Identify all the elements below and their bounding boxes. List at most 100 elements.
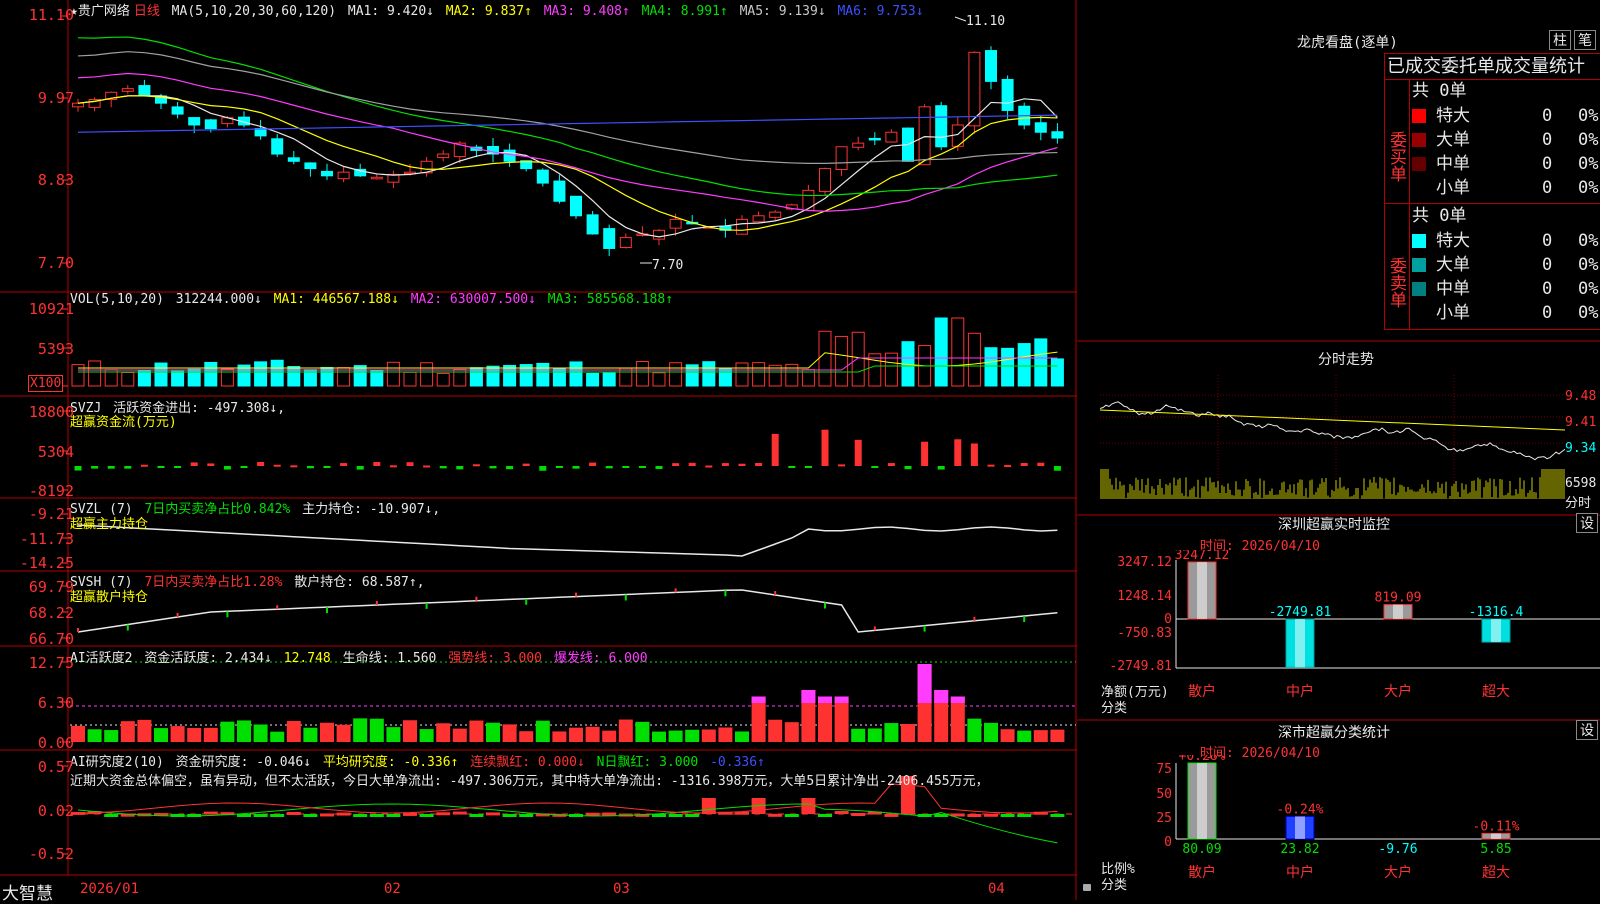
monitor-title: 深圳超赢实时监控: [1278, 517, 1390, 533]
app-logo: 大智慧: [2, 884, 53, 904]
activity-bar: [950, 696, 965, 742]
activity-bar: [452, 728, 467, 742]
xaxis-label: 02: [384, 881, 401, 897]
lock-icon[interactable]: [1083, 884, 1091, 891]
activity-bar: [668, 730, 683, 742]
color-swatch: [1412, 109, 1426, 123]
color-swatch: [1412, 306, 1426, 320]
activity-bar: [851, 728, 866, 742]
activity-bar: [867, 728, 882, 742]
monitor-settings-button[interactable]: 设: [1576, 513, 1598, 533]
volume-bar: [370, 369, 384, 387]
volume-bar: [967, 332, 981, 387]
activity-bar: [984, 722, 998, 742]
candle-body: [819, 168, 831, 192]
activity-bar: [120, 721, 135, 742]
candle-body: [769, 211, 782, 218]
candle-body: [1051, 131, 1064, 139]
candle-body: [570, 195, 582, 217]
activity-bar: [784, 722, 799, 742]
research-bar: [585, 812, 600, 816]
candle-body: [918, 106, 931, 166]
vol-ytick: 5393: [37, 340, 74, 358]
activity-bar: [237, 720, 251, 742]
volume-bar: [254, 361, 268, 387]
activity-bar: [303, 727, 318, 742]
stock-name[interactable]: ★贵广网络: [70, 4, 130, 19]
vol-title: VOL(5,10,20): [70, 292, 164, 307]
fund-flow-bar: [257, 461, 265, 466]
volume-bar: [851, 331, 865, 387]
ma1-value: MA1: 9.420↓: [347, 4, 434, 19]
candle-body: [204, 119, 217, 130]
research-bar: [369, 814, 384, 817]
activity-bar: [884, 723, 899, 742]
activity-bar: [751, 696, 766, 742]
row-name: 大单: [1436, 255, 1470, 275]
research-bar: [286, 811, 301, 815]
sell-row-large: 大单 0 0%: [1412, 253, 1600, 277]
candle-body: [503, 149, 516, 162]
volume-bar: [818, 330, 832, 387]
research-bar: [602, 812, 617, 816]
candle-body: [188, 117, 201, 126]
candle-body: [536, 169, 549, 184]
bar-value-label: -2749.81: [1269, 605, 1332, 620]
row-pct: 0%: [1578, 106, 1599, 126]
intraday-chart[interactable]: [1100, 370, 1600, 510]
candle-body: [852, 142, 865, 148]
activity-burst: [917, 664, 932, 703]
volume-bar: [503, 364, 517, 387]
ma6-value: MA6: 9.753↓: [837, 4, 924, 19]
period-label[interactable]: 日线: [134, 4, 160, 19]
ai2-extra: -0.336↑: [710, 755, 765, 770]
bar-highlight: [1295, 816, 1305, 839]
candle-body: [1001, 78, 1014, 111]
category-label: 散户: [1188, 864, 1216, 881]
activity-burst: [818, 696, 832, 703]
ai1-ytick: 12.75: [28, 654, 74, 672]
fund-flow-bar: [223, 466, 231, 470]
volume-bar: [619, 367, 633, 387]
color-swatch: [1412, 157, 1426, 171]
fund-flow-bar: [688, 462, 696, 466]
volume-bar: [88, 360, 102, 387]
buy-row-large: 大单 0 0%: [1412, 128, 1600, 152]
tick-mode-button[interactable]: 笔: [1574, 30, 1596, 50]
category-label: 大户: [1384, 683, 1412, 700]
xaxis-label: 04: [988, 881, 1005, 897]
row-value: 0: [1542, 255, 1553, 275]
category-label: 超大: [1482, 865, 1510, 881]
volume-bar: [752, 362, 766, 387]
fund-flow-bar: [174, 466, 182, 468]
fund-flow-bar: [954, 439, 962, 466]
bar-value-label: -0.24%: [1277, 802, 1324, 817]
row-name: 大单: [1436, 130, 1470, 150]
fund-flow-bar: [423, 465, 431, 468]
candle-body: [370, 176, 383, 180]
volume-bar: [1034, 338, 1048, 387]
research-bar: [336, 812, 351, 816]
research-bar: [668, 814, 683, 817]
volume-bar: [1050, 358, 1064, 387]
fund-flow-bar: [1020, 463, 1028, 466]
ai2-header: AI研究度2(10) 资金研究度: -0.046↓ 平均研究度: -0.336↑…: [70, 751, 769, 770]
bar-mode-button[interactable]: 柱: [1549, 30, 1571, 50]
row-name: 中单: [1436, 154, 1470, 174]
activity-bar: [1000, 729, 1015, 742]
row-name: 特大: [1436, 231, 1470, 251]
research-bar: [419, 814, 434, 817]
intraday-vol-label: 分时: [1565, 496, 1592, 511]
activity-bar: [203, 727, 218, 742]
candle-body: [619, 237, 632, 249]
candle-body: [321, 170, 333, 177]
ai1-activity: 资金活跃度: 2.434↓: [144, 651, 272, 666]
classify-settings-button[interactable]: 设: [1576, 720, 1598, 740]
fund-flow-bar: [273, 464, 281, 467]
category-label: 大户: [1384, 864, 1412, 881]
research-bar: [519, 814, 534, 817]
research-bar: [818, 814, 832, 817]
candle-body: [985, 50, 997, 82]
volume-bar: [835, 335, 849, 387]
fund-flow-bar: [755, 462, 763, 466]
